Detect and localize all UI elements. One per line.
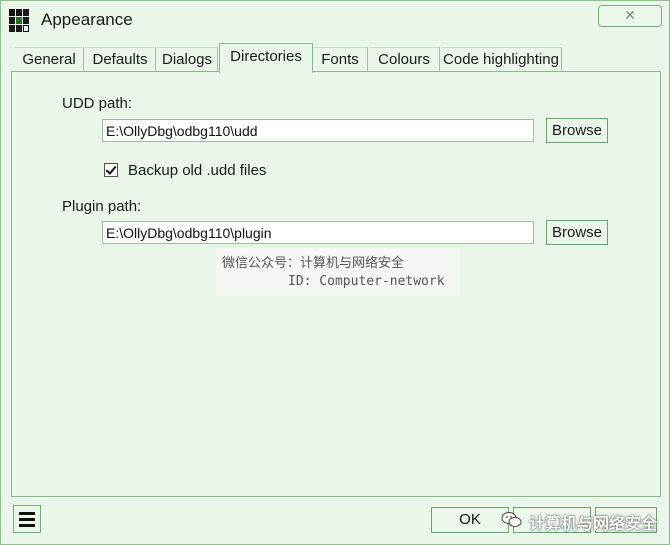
bottom-bar: OK 计算机与网络安全 bbox=[11, 503, 661, 535]
window-title: Appearance bbox=[41, 10, 133, 29]
tab-dialogs[interactable]: Dialogs bbox=[157, 47, 218, 72]
title-bar: Appearance ✕ bbox=[1, 1, 669, 39]
directories-panel: UDD path: E:\OllyDbg\odbg110\udd Browse … bbox=[11, 71, 661, 497]
tab-defaults[interactable]: Defaults bbox=[85, 47, 156, 72]
watermark-line-1: 微信公众号：计算机与网络安全 bbox=[222, 256, 405, 271]
tab-colours[interactable]: Colours bbox=[369, 47, 440, 72]
watermark-line-2: ID: Computer-network bbox=[288, 274, 445, 289]
udd-browse-button[interactable]: Browse bbox=[546, 118, 608, 143]
plugin-browse-button[interactable]: Browse bbox=[546, 220, 608, 245]
plugin-path-label: Plugin path: bbox=[62, 198, 142, 215]
list-menu-icon bbox=[19, 512, 35, 515]
wechat-icon bbox=[501, 512, 522, 528]
list-menu-button[interactable] bbox=[13, 505, 41, 533]
watermark-footer: 计算机与网络安全 bbox=[529, 516, 658, 533]
udd-path-label: UDD path: bbox=[62, 95, 133, 112]
app-grid-icon bbox=[9, 9, 29, 32]
tab-general[interactable]: General bbox=[15, 47, 84, 72]
tab-code-highlighting[interactable]: Code highlighting bbox=[441, 47, 562, 72]
close-icon: ✕ bbox=[624, 7, 636, 23]
watermark: 微信公众号：计算机与网络安全 ID: Computer-network bbox=[216, 248, 460, 296]
tab-directories[interactable]: Directories bbox=[219, 43, 313, 73]
plugin-path-input[interactable]: E:\OllyDbg\odbg110\plugin bbox=[102, 221, 534, 244]
udd-path-input[interactable]: E:\OllyDbg\odbg110\udd bbox=[102, 119, 534, 142]
tab-fonts[interactable]: Fonts bbox=[313, 47, 368, 72]
backup-udd-checkbox[interactable] bbox=[104, 163, 118, 177]
appearance-window: Appearance ✕ General Defaults Dialogs Di… bbox=[0, 0, 670, 545]
close-button[interactable]: ✕ bbox=[598, 5, 662, 27]
ok-button[interactable]: OK bbox=[431, 507, 509, 533]
backup-udd-label: Backup old .udd files bbox=[128, 162, 267, 179]
